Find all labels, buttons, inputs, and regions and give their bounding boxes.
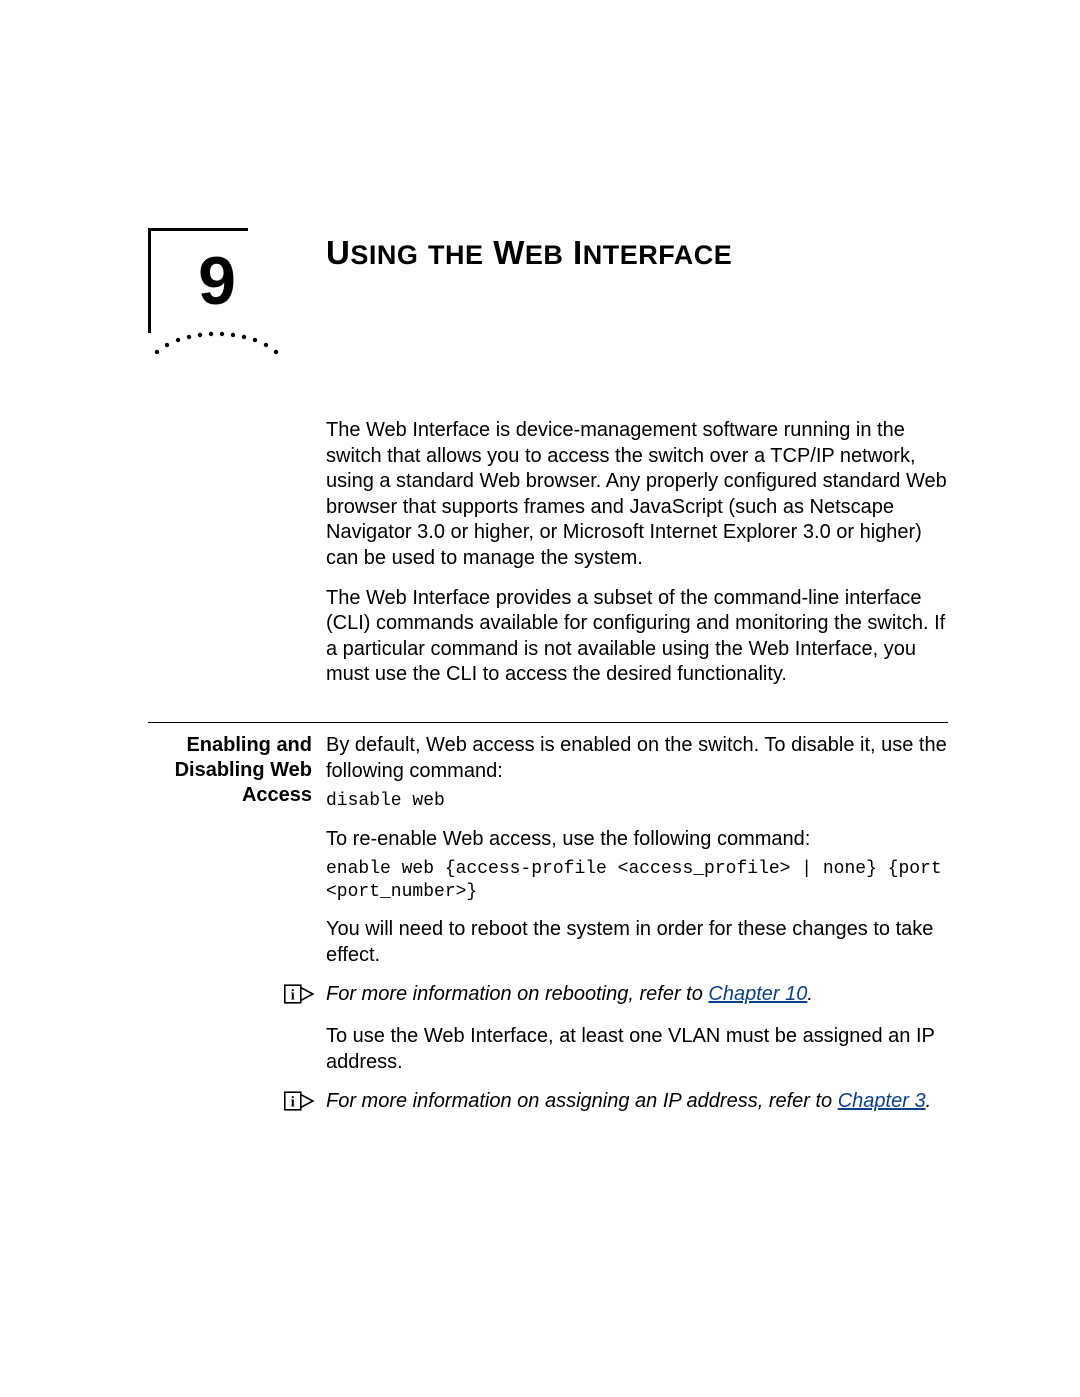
- info-icon: i: [284, 1089, 316, 1113]
- title-frag: U: [326, 234, 350, 271]
- info-icon-wrap: i: [276, 1089, 326, 1113]
- heading-line: Disabling Web: [175, 759, 312, 781]
- svg-text:i: i: [291, 988, 295, 1004]
- intro-block: The Web Interface is device-management s…: [148, 418, 948, 702]
- title-frag: SING: [350, 240, 418, 270]
- chapter-number-bracket: 9: [148, 228, 248, 333]
- title-frag: THE: [428, 240, 484, 270]
- title-frag: I: [563, 234, 582, 271]
- svg-text:i: i: [291, 1095, 295, 1111]
- section-enabling-disabling: Enabling and Disabling Web Access By def…: [148, 733, 948, 982]
- section-heading: Enabling and Disabling Web Access: [148, 733, 326, 808]
- info-note-ip: i For more information on assigning an I…: [148, 1089, 948, 1115]
- section-vlan-text: To use the Web Interface, at least one V…: [326, 1024, 948, 1089]
- chapter-link-10[interactable]: Chapter 10: [708, 983, 807, 1005]
- code-disable-web: disable web: [326, 790, 948, 813]
- manual-page: 9 USING THE WEB INTERFACE The Web Interf…: [0, 0, 1080, 1397]
- intro-p1: The Web Interface is device-management s…: [326, 418, 948, 572]
- note-prefix: For more information on assigning an IP …: [326, 1090, 838, 1112]
- section1-p3: You will need to reboot the system in or…: [326, 917, 948, 968]
- title-frag: W: [484, 234, 525, 271]
- section-divider: [148, 722, 948, 723]
- section1-p4: To use the Web Interface, at least one V…: [326, 1024, 948, 1075]
- section-body: By default, Web access is enabled on the…: [326, 733, 948, 982]
- intro-text: The Web Interface is device-management s…: [326, 418, 948, 702]
- heading-line: Enabling and: [186, 734, 312, 756]
- dot-arc-decoration: [151, 329, 281, 359]
- info-note-text: For more information on assigning an IP …: [326, 1089, 948, 1115]
- body: The Web Interface is device-management s…: [148, 418, 948, 1115]
- note-suffix: .: [807, 983, 813, 1005]
- chapter-number: 9: [151, 231, 248, 315]
- heading-line: Access: [242, 784, 312, 806]
- title-frag: [418, 234, 428, 271]
- info-icon: i: [284, 982, 316, 1006]
- note-prefix: For more information on rebooting, refer…: [326, 983, 708, 1005]
- title-frag: EB: [525, 240, 564, 270]
- section-vlan: To use the Web Interface, at least one V…: [148, 1024, 948, 1089]
- chapter-link-3[interactable]: Chapter 3: [838, 1090, 926, 1112]
- intro-p2: The Web Interface provides a subset of t…: [326, 586, 948, 688]
- note-suffix: .: [926, 1090, 932, 1112]
- section1-p1: By default, Web access is enabled on the…: [326, 733, 948, 784]
- code-enable-web: enable web {access-profile <access_profi…: [326, 858, 948, 903]
- info-note-reboot: i For more information on rebooting, ref…: [148, 982, 948, 1008]
- info-icon-wrap: i: [276, 982, 326, 1006]
- chapter-title: USING THE WEB INTERFACE: [326, 234, 732, 272]
- spacer: [148, 1008, 948, 1024]
- info-note-text: For more information on rebooting, refer…: [326, 982, 948, 1008]
- title-frag: NTERFACE: [583, 240, 733, 270]
- section1-p2: To re-enable Web access, use the followi…: [326, 827, 948, 853]
